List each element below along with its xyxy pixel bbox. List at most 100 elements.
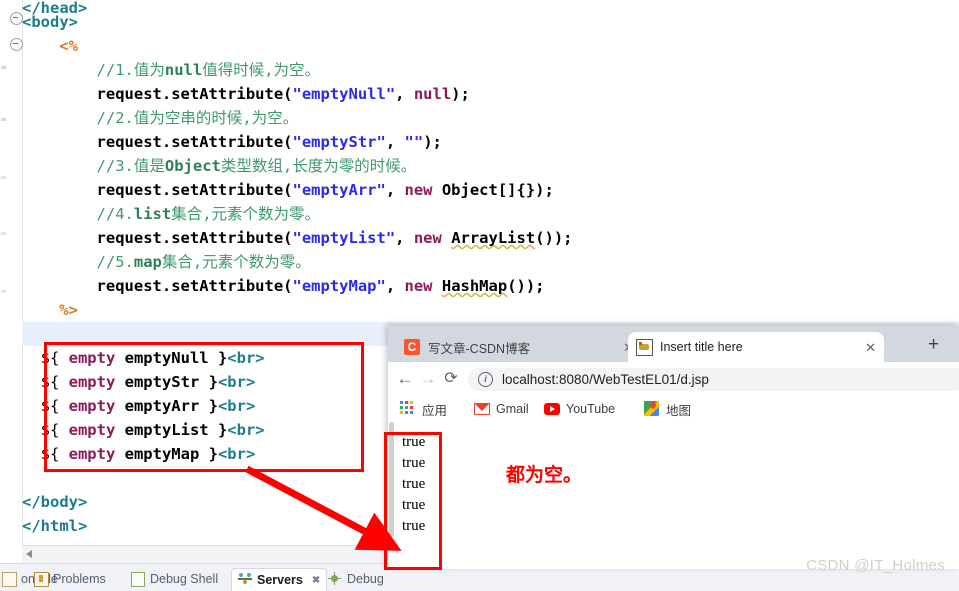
code-token: "emptyMap" xyxy=(292,277,386,295)
code-token: , xyxy=(385,277,405,295)
bookmark-label: 地图 xyxy=(666,403,692,418)
youtube-icon xyxy=(544,401,560,417)
annotation-box-true-results xyxy=(384,432,442,570)
back-button[interactable]: ← xyxy=(396,370,414,388)
code-line[interactable]: request.setAttribute("emptyList", new Ar… xyxy=(97,226,573,250)
new-tab-button[interactable]: + xyxy=(928,335,939,354)
code-line[interactable]: </body> xyxy=(22,490,87,514)
code-token: //5. xyxy=(96,253,134,271)
view-tab-debug-shell[interactable]: Debug Shell xyxy=(125,568,224,590)
apps-grid-icon xyxy=(400,401,416,417)
editor-fold-gutter[interactable] xyxy=(8,0,23,545)
ruler-mark xyxy=(1,66,6,69)
annotation-box-el-expressions xyxy=(44,342,364,472)
code-line[interactable]: request.setAttribute("emptyArr", new Obj… xyxy=(97,178,554,202)
browser-tab-strip[interactable]: C 写文章-CSDN博客 ✕ Insert title here ✕ xyxy=(388,326,959,362)
watermark: CSDN @IT_Holmes xyxy=(806,557,945,574)
ruler-mark xyxy=(1,176,6,179)
scroll-left-arrow-icon[interactable] xyxy=(26,550,32,558)
code-token: "emptyArr" xyxy=(292,181,386,199)
browser-tab[interactable]: Insert title here ✕ xyxy=(628,332,884,362)
view-tab-close-icon[interactable]: ✖ xyxy=(312,575,320,586)
code-token: 值为 xyxy=(133,61,165,79)
code-line[interactable]: //2.值为空串的时候,为空。 xyxy=(97,106,299,130)
address-bar[interactable]: i localhost:8080/WebTestEL01/d.jsp xyxy=(468,368,959,391)
code-line[interactable]: <% xyxy=(59,34,78,58)
code-line[interactable]: </html> xyxy=(22,514,87,538)
code-token: %> xyxy=(59,301,78,319)
code-line[interactable]: request.setAttribute("emptyStr", ""); xyxy=(97,130,442,154)
code-token: ); xyxy=(423,133,442,151)
code-line[interactable]: request.setAttribute("emptyMap", new Has… xyxy=(97,274,545,298)
forward-button[interactable]: → xyxy=(419,370,437,388)
code-line[interactable]: //5.map集合,元素个数为零。 xyxy=(97,250,311,274)
code-token: "emptyList" xyxy=(292,229,396,247)
ruler-mark xyxy=(1,290,6,293)
view-tab-label: Problems xyxy=(53,572,106,586)
gmail-icon xyxy=(474,401,490,417)
code-token: 类型数组,长度为零的时候。 xyxy=(220,157,417,175)
code-token: //3. xyxy=(96,157,134,175)
code-token: 集合,元素个数为零。 xyxy=(161,253,311,271)
code-token: , xyxy=(395,85,414,103)
browser-navigation-bar: ← → ⟳ i localhost:8080/WebTestEL01/d.jsp xyxy=(388,362,959,396)
code-line[interactable]: //4.list集合,元素个数为零。 xyxy=(97,202,321,226)
bookmark-item[interactable]: 应用 xyxy=(400,399,447,419)
code-token: Object[]{}); xyxy=(432,181,554,199)
code-token: request.setAttribute( xyxy=(96,181,293,199)
browser-tab-title: Insert title here xyxy=(660,340,743,354)
bookmark-label: Gmail xyxy=(496,402,529,416)
view-tab-servers[interactable]: Servers ✖ xyxy=(231,568,328,591)
code-token: //1. xyxy=(96,61,134,79)
code-token: 值是 xyxy=(133,157,165,175)
code-token: new xyxy=(404,277,433,295)
view-tab-debug[interactable]: Debug xyxy=(322,568,390,590)
bookmarks-bar[interactable]: 应用 Gmail YouTube 地图 xyxy=(388,396,959,423)
close-icon[interactable]: ✕ xyxy=(865,341,876,354)
code-token: //2. xyxy=(96,109,134,127)
code-token: request.setAttribute( xyxy=(96,277,293,295)
code-token: , xyxy=(385,133,405,151)
ruler-mark xyxy=(1,232,6,235)
code-token: new xyxy=(413,229,442,247)
code-token: Object xyxy=(164,157,221,175)
code-token: 值为空串的时候,为空。 xyxy=(133,109,299,127)
code-token: new xyxy=(404,181,433,199)
bookmark-item[interactable]: YouTube xyxy=(544,399,615,419)
code-token: </html> xyxy=(22,517,88,535)
code-line[interactable]: %> xyxy=(59,298,78,322)
site-info-icon[interactable]: i xyxy=(478,372,493,387)
tomcat-icon xyxy=(636,339,653,356)
chrome-browser-window: C 写文章-CSDN博客 ✕ Insert title here ✕ + ← → ⟳ i… xyxy=(388,326,959,569)
code-token: , xyxy=(395,229,414,247)
problems-icon xyxy=(34,572,49,587)
code-line[interactable]: <body> xyxy=(22,10,78,34)
view-tab-problems[interactable]: Problems xyxy=(28,568,112,590)
browser-tab-title: 写文章-CSDN博客 xyxy=(428,341,531,356)
code-token: list xyxy=(133,205,172,223)
code-token: ArrayList xyxy=(451,229,536,247)
annotation-note-text: 都为空。 xyxy=(506,464,583,486)
code-token: map xyxy=(133,253,162,271)
bookmark-item[interactable]: 地图 xyxy=(644,399,691,419)
code-token: null xyxy=(413,85,452,103)
browser-tab[interactable]: C写文章-CSDN博客✕ xyxy=(396,332,642,362)
code-token: "emptyNull" xyxy=(292,85,396,103)
view-tab-label: Servers xyxy=(257,573,303,587)
code-token: 值得时候,为空。 xyxy=(202,61,321,79)
code-token: request.setAttribute( xyxy=(96,85,293,103)
code-token: 集合,元素个数为零。 xyxy=(171,205,321,223)
code-token: "emptyStr" xyxy=(292,133,386,151)
bookmark-label: YouTube xyxy=(566,402,616,416)
ruler-mark xyxy=(1,118,6,121)
code-line[interactable]: request.setAttribute("emptyNull", null); xyxy=(97,82,470,106)
code-line[interactable]: //3.值是Object类型数组,长度为零的时候。 xyxy=(97,154,417,178)
reload-button[interactable]: ⟳ xyxy=(442,370,460,388)
view-tab-label: Debug xyxy=(347,572,384,586)
page-viewport: true true true true true 都为空。 xyxy=(388,422,959,569)
bookmark-item[interactable]: Gmail xyxy=(474,399,529,419)
code-line[interactable]: //1.值为null值得时候,为空。 xyxy=(97,58,321,82)
code-token: <body> xyxy=(22,13,78,31)
